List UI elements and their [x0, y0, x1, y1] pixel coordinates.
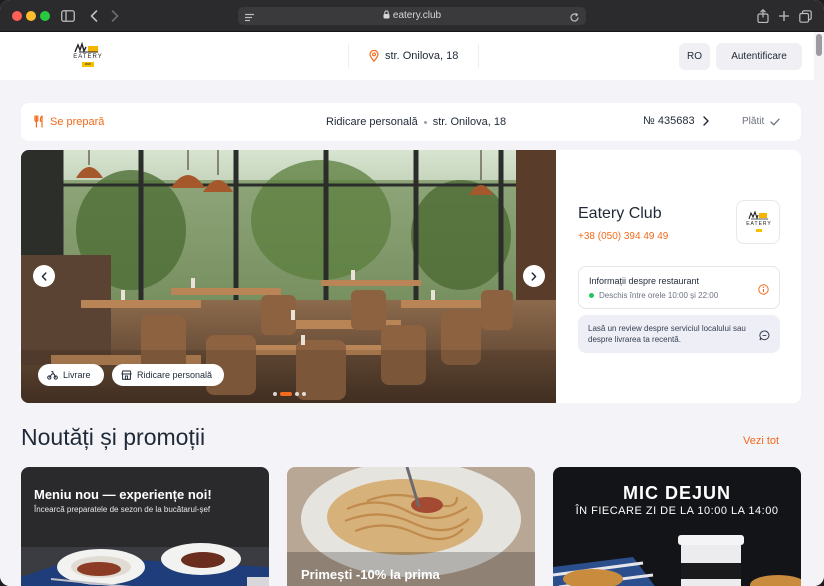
- order-status-label: Se prepară: [50, 115, 105, 128]
- promo-card-breakfast[interactable]: MIC DEJUN ÎN FIECARE ZI DE LA 10:00 LA 1…: [553, 467, 801, 586]
- delivery-button[interactable]: Livrare: [38, 364, 104, 386]
- scrollbar-thumb[interactable]: [816, 34, 822, 56]
- scooter-icon: [47, 371, 58, 380]
- carousel-indicator: [273, 392, 306, 396]
- site-logo[interactable]: EATERY club: [68, 41, 108, 71]
- delivery-label: Livrare: [63, 370, 91, 380]
- address-bar[interactable]: eatery.club: [238, 7, 586, 25]
- url-display: eatery.club: [238, 10, 586, 21]
- checkmark-icon: [770, 118, 780, 125]
- restaurant-interior-photo: [21, 150, 556, 403]
- see-all-link[interactable]: Vezi tot: [743, 435, 779, 447]
- new-tab-icon[interactable]: [776, 8, 792, 24]
- page-content: EATERY club str. Onilova, 18 RO Autentif…: [0, 32, 814, 586]
- separator-dot: [423, 120, 427, 124]
- forward-arrow-icon[interactable]: [107, 8, 123, 24]
- order-number-link[interactable]: № 435683: [643, 115, 709, 127]
- review-prompt: Lasă un review despre serviciul localulu…: [588, 324, 746, 344]
- carousel-dot[interactable]: [302, 392, 306, 396]
- logo-subtext: club: [82, 62, 94, 67]
- shop-icon: [121, 370, 132, 380]
- info-card-title: Informații despre restaurant: [589, 276, 700, 286]
- address-text: str. Onilova, 18: [385, 50, 459, 62]
- promo-card-discount[interactable]: Primești -10% la prima: [287, 467, 535, 586]
- promo-card-title: Primești -10% la prima: [301, 567, 440, 582]
- sidebar-toggle-icon[interactable]: [60, 8, 76, 24]
- language-button[interactable]: RO: [679, 43, 710, 70]
- browser-window: eatery.club EATERY club str. Onilova, 18…: [0, 0, 824, 586]
- chat-bubble-icon: [759, 328, 770, 346]
- restaurant-logo: EATERY: [736, 200, 780, 244]
- url-text: eatery.club: [392, 10, 442, 21]
- restaurant-info-card[interactable]: Informații despre restaurant Deschis înt…: [578, 266, 780, 309]
- site-header: EATERY club str. Onilova, 18 RO Autentif…: [0, 32, 814, 80]
- logo-text: EATERY: [73, 54, 103, 60]
- tab-overview-icon[interactable]: [797, 8, 813, 24]
- info-icon: [758, 282, 769, 300]
- review-card[interactable]: Lasă un review despre serviciul localulu…: [578, 315, 780, 353]
- carousel-dot-active[interactable]: [280, 392, 292, 396]
- fork-knife-icon: [34, 115, 43, 128]
- order-method-label: Ridicare personală: [326, 116, 418, 128]
- promo-card-subtitle: ÎN FIECARE ZI DE LA 10:00 LA 14:00: [575, 505, 779, 517]
- restaurant-logo-text: EATERY: [746, 221, 772, 227]
- back-arrow-icon[interactable]: [86, 8, 102, 24]
- order-status: Se prepară: [33, 115, 104, 128]
- location-pin-icon: [369, 50, 379, 62]
- reload-icon[interactable]: [569, 10, 580, 28]
- order-number: № 435683: [643, 115, 695, 127]
- chevron-left-icon: [41, 271, 47, 281]
- open-status-dot: [589, 293, 594, 298]
- chevron-right-icon: [702, 116, 709, 126]
- share-icon[interactable]: [755, 8, 771, 24]
- carousel-prev-button[interactable]: [33, 265, 55, 287]
- news-section-title: Noutăți și promoții: [21, 424, 206, 450]
- order-address: str. Onilova, 18: [432, 116, 507, 128]
- pickup-label: Ridicare personală: [137, 370, 213, 380]
- login-button[interactable]: Autentificare: [716, 43, 802, 70]
- carousel-dot[interactable]: [295, 392, 299, 396]
- promo-card-subtitle: Încearcă preparatele de sezon de la bucă…: [34, 505, 211, 514]
- order-method: Ridicare personală str. Onilova, 18: [326, 116, 506, 128]
- zoom-window-button[interactable]: [40, 11, 50, 21]
- carousel-next-button[interactable]: [523, 265, 545, 287]
- payment-status: Plătit: [742, 116, 780, 127]
- page-scrollbar[interactable]: [814, 32, 824, 586]
- payment-status-label: Plătit: [742, 116, 765, 127]
- opening-hours-text: Deschis între orele 10:00 și 22:00: [599, 291, 719, 300]
- opening-hours: Deschis între orele 10:00 și 22:00: [589, 291, 718, 300]
- browser-toolbar: eatery.club: [0, 0, 824, 32]
- restaurant-name: Eatery Club: [578, 205, 662, 222]
- restaurant-hero: Livrare Ridicare personală Eatery Club +…: [21, 150, 801, 403]
- order-status-bar[interactable]: Se prepară Ridicare personală str. Onilo…: [21, 103, 801, 141]
- close-window-button[interactable]: [12, 11, 22, 21]
- pickup-button[interactable]: Ridicare personală: [112, 364, 224, 386]
- chevron-right-icon: [531, 271, 537, 281]
- minimize-window-button[interactable]: [26, 11, 36, 21]
- promo-card-title: Meniu nou — experiențe noi!: [34, 487, 212, 502]
- delivery-address[interactable]: str. Onilova, 18: [348, 44, 480, 68]
- promo-card-title: MIC DEJUN: [622, 483, 731, 503]
- promo-image: [21, 467, 269, 586]
- lock-icon: [383, 10, 390, 19]
- carousel-dot[interactable]: [273, 392, 277, 396]
- restaurant-phone[interactable]: +38 (050) 394 49 49: [578, 231, 668, 242]
- promo-card-new-menu[interactable]: Meniu nou — experiențe noi! Încearcă pre…: [21, 467, 269, 586]
